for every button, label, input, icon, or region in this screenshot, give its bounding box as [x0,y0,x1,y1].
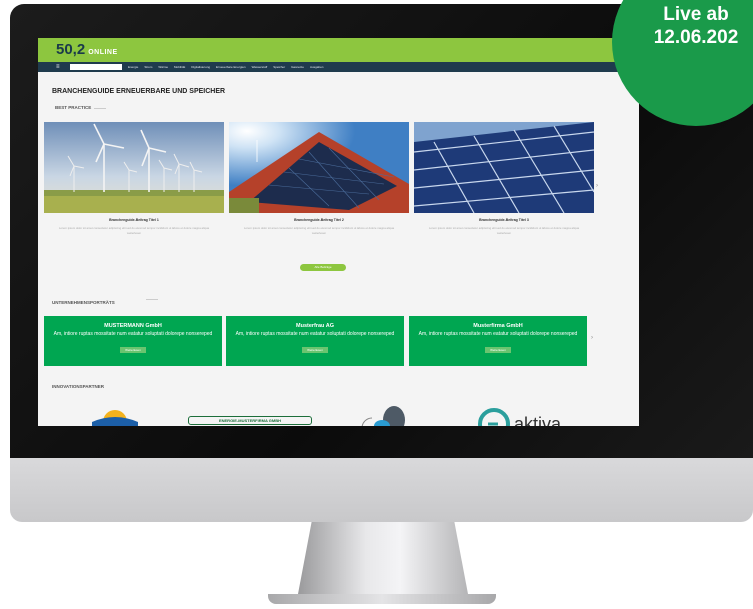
hamburger-menu-icon[interactable]: ≡ [56,64,64,70]
nav-item[interactable]: Strom [144,65,152,69]
search-input[interactable] [70,64,122,70]
company-card[interactable]: MUSTERMANN GmbH Am, intiore ruptas mossi… [44,316,222,366]
sponsor-logo-shapes[interactable] [360,404,410,426]
all-articles-button[interactable]: Alle Beiträge [300,264,346,271]
nav-items: Energie Strom Wärme Mobilität Digitalisi… [128,65,323,69]
company-description: Am, intiore ruptas mossitate num eatatur… [53,331,213,337]
site-nav-bar: ≡ Energie Strom Wärme Mobilität Digitali… [38,62,639,72]
nav-item[interactable]: Wärme [158,65,168,69]
article-card[interactable]: Branchenguide-Beitrag Titel 3 Lorem ipsu… [414,122,594,235]
carousel-next-icon[interactable]: › [591,335,593,341]
company-name: Musterfrau AG [296,323,334,329]
company-name: MUSTERMANN GmbH [104,323,162,329]
card-excerpt: Lorem ipsum dolor sit amet consectetur a… [243,226,395,230]
section-heading-best-practice: BEST PRACTICE [55,105,92,110]
sponsor-name: aktiva [514,414,562,426]
company-description: Am, intiore ruptas mossitate num eatatur… [235,331,395,337]
nav-item[interactable]: Gasnetze [291,65,304,69]
company-name: Musterfirma GmbH [473,323,523,329]
wind-turbines-photo [44,122,224,213]
sponsor-logo-energy[interactable]: ENERGIE-MUSTERFIRMA GMBH [188,416,312,425]
nav-item[interactable]: Erneuerbare Energien [216,65,246,69]
read-more-button[interactable]: Weiterlesen [120,347,146,353]
sponsor-logo-aktiva[interactable]: aktiva [474,404,564,426]
solar-panels-photo [414,122,594,213]
section-divider [146,299,158,300]
card-read-more-link[interactable]: weiterlesen [424,231,584,235]
section-heading-sponsors: INNOVATIONSPARTNER [52,384,105,389]
card-excerpt: Lorem ipsum dolor sit amet consectetur a… [428,226,580,230]
card-excerpt: Lorem ipsum dolor sit amet consectetur a… [58,226,210,230]
card-read-more-link[interactable]: weiterlesen [54,231,214,235]
monitor-chin [10,458,753,522]
carousel-next-icon[interactable]: › [596,183,598,189]
card-read-more-link[interactable]: weiterlesen [239,231,399,235]
read-more-button[interactable]: Weiterlesen [302,347,328,353]
nav-item[interactable]: Speicher [273,65,285,69]
monitor-stand-base [268,594,496,604]
page-title: BRANCHENGUIDE ERNEUERBARE UND SPEICHER [52,88,226,95]
company-card[interactable]: Musterfrau AG Am, intiore ruptas mossita… [226,316,404,366]
logo-word: ONLINE [88,49,118,56]
site-logo[interactable]: 50,2 ONLINE [56,41,118,58]
read-more-button[interactable]: Weiterlesen [485,347,511,353]
section-heading-companies: UNTERNEHMENSPORTRÄTS [52,300,115,305]
nav-item[interactable]: Digitalisierung [191,65,210,69]
card-title[interactable]: Branchenguide-Beitrag Titel 2 [229,218,409,222]
logo-number: 50,2 [56,41,86,58]
badge-line-1: Live ab [663,4,729,25]
badge-line-2: 12.06.202 [653,27,739,48]
sponsor-logo-sun[interactable] [90,404,140,426]
company-card[interactable]: Musterfirma GmbH Am, intiore ruptas moss… [409,316,587,366]
site-header: 50,2 ONLINE [38,38,639,62]
article-card[interactable]: Branchenguide-Beitrag Titel 2 Lorem ipsu… [229,122,409,235]
article-card[interactable]: Branchenguide-Beitrag Titel 1 Lorem ipsu… [44,122,224,235]
monitor-stand [298,522,468,594]
nav-item[interactable]: Ausgaben [310,65,324,69]
monitor-screen: 50,2 ONLINE ≡ Energie Strom Wärme Mobilit… [38,38,639,426]
nav-item[interactable]: Mobilität [174,65,185,69]
nav-item[interactable]: Wasserstoff [252,65,268,69]
solar-roof-photo [229,122,409,213]
company-description: Am, intiore ruptas mossitate num eatatur… [418,331,578,337]
nav-item[interactable]: Energie [128,65,138,69]
card-title[interactable]: Branchenguide-Beitrag Titel 3 [414,218,594,222]
section-divider [94,108,106,109]
card-title[interactable]: Branchenguide-Beitrag Titel 1 [44,218,224,222]
